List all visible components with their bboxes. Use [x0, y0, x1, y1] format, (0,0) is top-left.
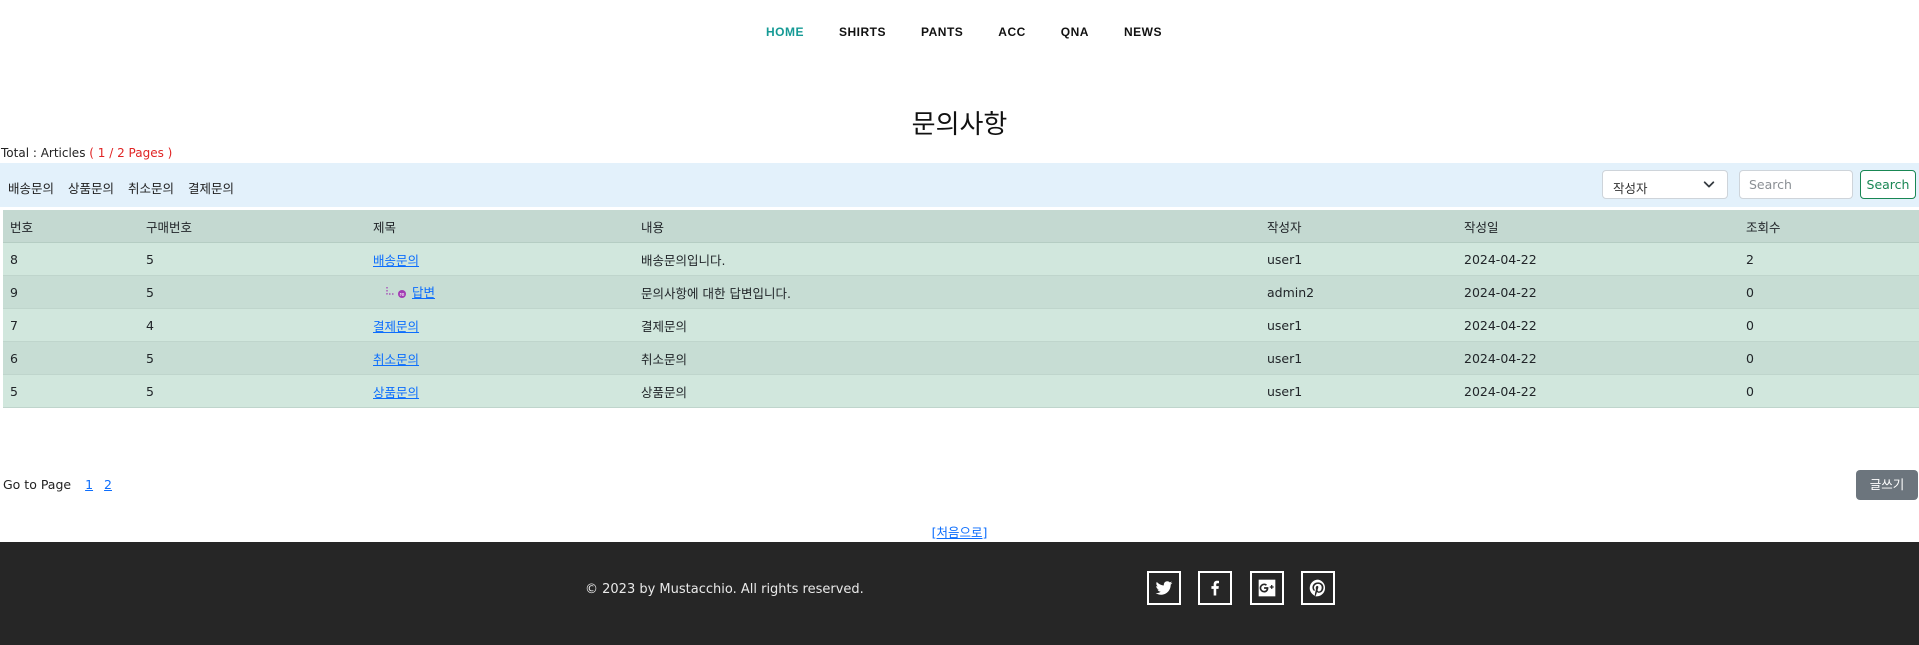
cell-title: 취소문의 — [366, 341, 634, 375]
category-link-cancel[interactable]: 취소문의 — [128, 178, 174, 197]
page-link-2[interactable]: 2 — [104, 477, 112, 492]
copyright-text: © 2023 by Mustacchio. All rights reserve… — [585, 582, 864, 597]
page-title: 문의사항 — [911, 110, 1008, 140]
category-link-shipping[interactable]: 배송문의 — [8, 178, 54, 197]
facebook-link[interactable] — [1198, 571, 1232, 605]
google-plus-icon — [1258, 579, 1276, 597]
top-nav: HOME SHIRTS PANTS ACC QNA NEWS — [0, 0, 1919, 66]
category-link-product[interactable]: 상품문의 — [68, 178, 114, 197]
nav-menu: HOME SHIRTS PANTS ACC QNA NEWS — [766, 25, 1197, 39]
pinterest-link[interactable] — [1301, 571, 1335, 605]
cell-author: user1 — [1260, 374, 1457, 408]
table-header-row: 번호 구매번호 제목 내용 작성자 작성일 조회수 — [3, 210, 1919, 243]
table-row: 5 5 상품문의 상품문의 user1 2024-04-22 0 — [3, 374, 1919, 408]
post-title-link[interactable]: 배송문의 — [373, 253, 419, 268]
cell-order-number: 5 — [139, 374, 366, 408]
cell-views: 0 — [1739, 374, 1919, 408]
cell-date: 2024-04-22 — [1457, 374, 1739, 408]
write-button[interactable]: 글쓰기 — [1856, 470, 1918, 500]
cell-number: 8 — [3, 242, 139, 276]
header-date: 작성일 — [1457, 210, 1739, 243]
table-row: 9 5 re 답변 문의사항에 대한 답변입니다. admin2 2024-04… — [3, 275, 1919, 309]
page-link-1[interactable]: 1 — [85, 477, 93, 492]
category-links: 배송문의 상품문의 취소문의 결제문의 — [8, 178, 248, 197]
cell-views: 0 — [1739, 308, 1919, 342]
reply-indicator: re 답변 — [373, 282, 435, 301]
cell-order-number: 5 — [139, 341, 366, 375]
header-number: 번호 — [3, 210, 139, 243]
cell-author: user1 — [1260, 242, 1457, 276]
cell-number: 5 — [3, 374, 139, 408]
cell-date: 2024-04-22 — [1457, 275, 1739, 309]
search-field-select[interactable]: 작성자 — [1602, 170, 1728, 199]
nav-item-shirts[interactable]: SHIRTS — [839, 25, 886, 39]
cell-number: 9 — [3, 275, 139, 309]
cell-views: 0 — [1739, 341, 1919, 375]
cell-order-number: 5 — [139, 275, 366, 309]
nav-item-qna[interactable]: QNA — [1061, 25, 1089, 39]
nav-item-news[interactable]: NEWS — [1124, 25, 1162, 39]
search-field-selected: 작성자 — [1613, 181, 1648, 196]
cell-number: 6 — [3, 341, 139, 375]
google-plus-link[interactable] — [1250, 571, 1284, 605]
header-author: 작성자 — [1260, 210, 1457, 243]
cell-title: 배송문의 — [366, 242, 634, 276]
first-page-link-wrap: [처음으로] — [0, 522, 1919, 541]
post-title-link[interactable]: 답변 — [412, 282, 435, 301]
table-row: 8 5 배송문의 배송문의입니다. user1 2024-04-22 2 — [3, 242, 1919, 276]
nav-item-acc[interactable]: ACC — [998, 25, 1026, 39]
cell-date: 2024-04-22 — [1457, 341, 1739, 375]
cell-title: 상품문의 — [366, 374, 634, 408]
post-title-link[interactable]: 상품문의 — [373, 385, 419, 400]
svg-text:re: re — [399, 292, 404, 298]
facebook-icon — [1211, 580, 1219, 596]
cell-order-number: 5 — [139, 242, 366, 276]
post-title-link[interactable]: 결제문의 — [373, 319, 419, 334]
cell-content: 배송문의입니다. — [634, 242, 1260, 276]
twitter-link[interactable] — [1147, 571, 1181, 605]
chevron-down-icon — [1703, 181, 1715, 188]
article-summary: Total : Articles ( 1 / 2 Pages ) — [1, 146, 172, 160]
summary-label: Total : Articles — [1, 146, 86, 160]
cell-number: 7 — [3, 308, 139, 342]
cell-date: 2024-04-22 — [1457, 242, 1739, 276]
footer: © 2023 by Mustacchio. All rights reserve… — [0, 542, 1919, 645]
nav-item-pants[interactable]: PANTS — [921, 25, 963, 39]
cell-title: 결제문의 — [366, 308, 634, 342]
table-row: 7 4 결제문의 결제문의 user1 2024-04-22 0 — [3, 308, 1919, 342]
header-order-number: 구매번호 — [139, 210, 366, 243]
pagination-label: Go to Page — [3, 477, 72, 492]
cell-date: 2024-04-22 — [1457, 308, 1739, 342]
cell-content: 상품문의 — [634, 374, 1260, 408]
pinterest-icon — [1309, 579, 1326, 597]
cell-views: 2 — [1739, 242, 1919, 276]
header-views: 조회수 — [1739, 210, 1919, 243]
cell-views: 0 — [1739, 275, 1919, 309]
reply-icon: re — [386, 286, 406, 298]
header-title: 제목 — [366, 210, 634, 243]
cell-order-number: 4 — [139, 308, 366, 342]
inquiry-table: 번호 구매번호 제목 내용 작성자 작성일 조회수 8 5 배송문의 배송문의입… — [3, 210, 1919, 408]
cell-author: admin2 — [1260, 275, 1457, 309]
cell-content: 문의사항에 대한 답변입니다. — [634, 275, 1260, 309]
category-link-payment[interactable]: 결제문의 — [188, 178, 234, 197]
cell-content: 결제문의 — [634, 308, 1260, 342]
nav-item-home[interactable]: HOME — [766, 25, 804, 39]
cell-author: user1 — [1260, 341, 1457, 375]
twitter-icon — [1155, 581, 1173, 595]
header-content: 내용 — [634, 210, 1260, 243]
filter-toolbar: 배송문의 상품문의 취소문의 결제문의 작성자 Search — [0, 163, 1919, 207]
page-count: ( 1 / 2 Pages ) — [89, 146, 173, 160]
cell-content: 취소문의 — [634, 341, 1260, 375]
search-input[interactable] — [1739, 170, 1853, 199]
first-page-link[interactable]: [처음으로] — [932, 525, 988, 540]
cell-title: re 답변 — [366, 275, 634, 309]
pagination: Go to Page 1 2 — [3, 477, 112, 492]
search-button[interactable]: Search — [1860, 170, 1916, 199]
cell-author: user1 — [1260, 308, 1457, 342]
post-title-link[interactable]: 취소문의 — [373, 352, 419, 367]
table-row: 6 5 취소문의 취소문의 user1 2024-04-22 0 — [3, 341, 1919, 375]
